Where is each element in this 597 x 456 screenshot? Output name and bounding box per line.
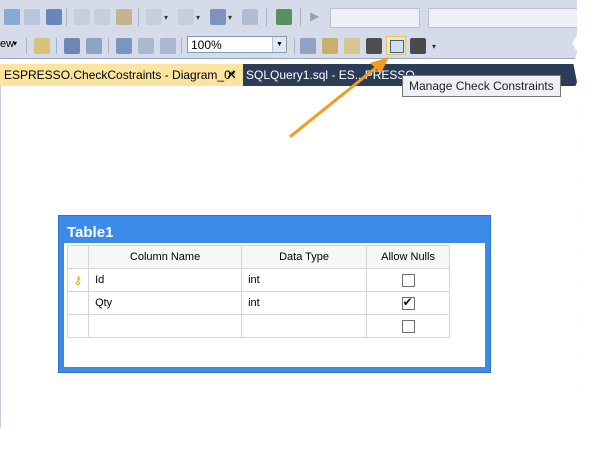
screenshot-frame: ▾ ▾ ▾ ▶ ew ▾ 100% ▼ ▾ ESPRESSO.CheckCost… [0,0,577,431]
annotation-arrow [289,57,389,138]
